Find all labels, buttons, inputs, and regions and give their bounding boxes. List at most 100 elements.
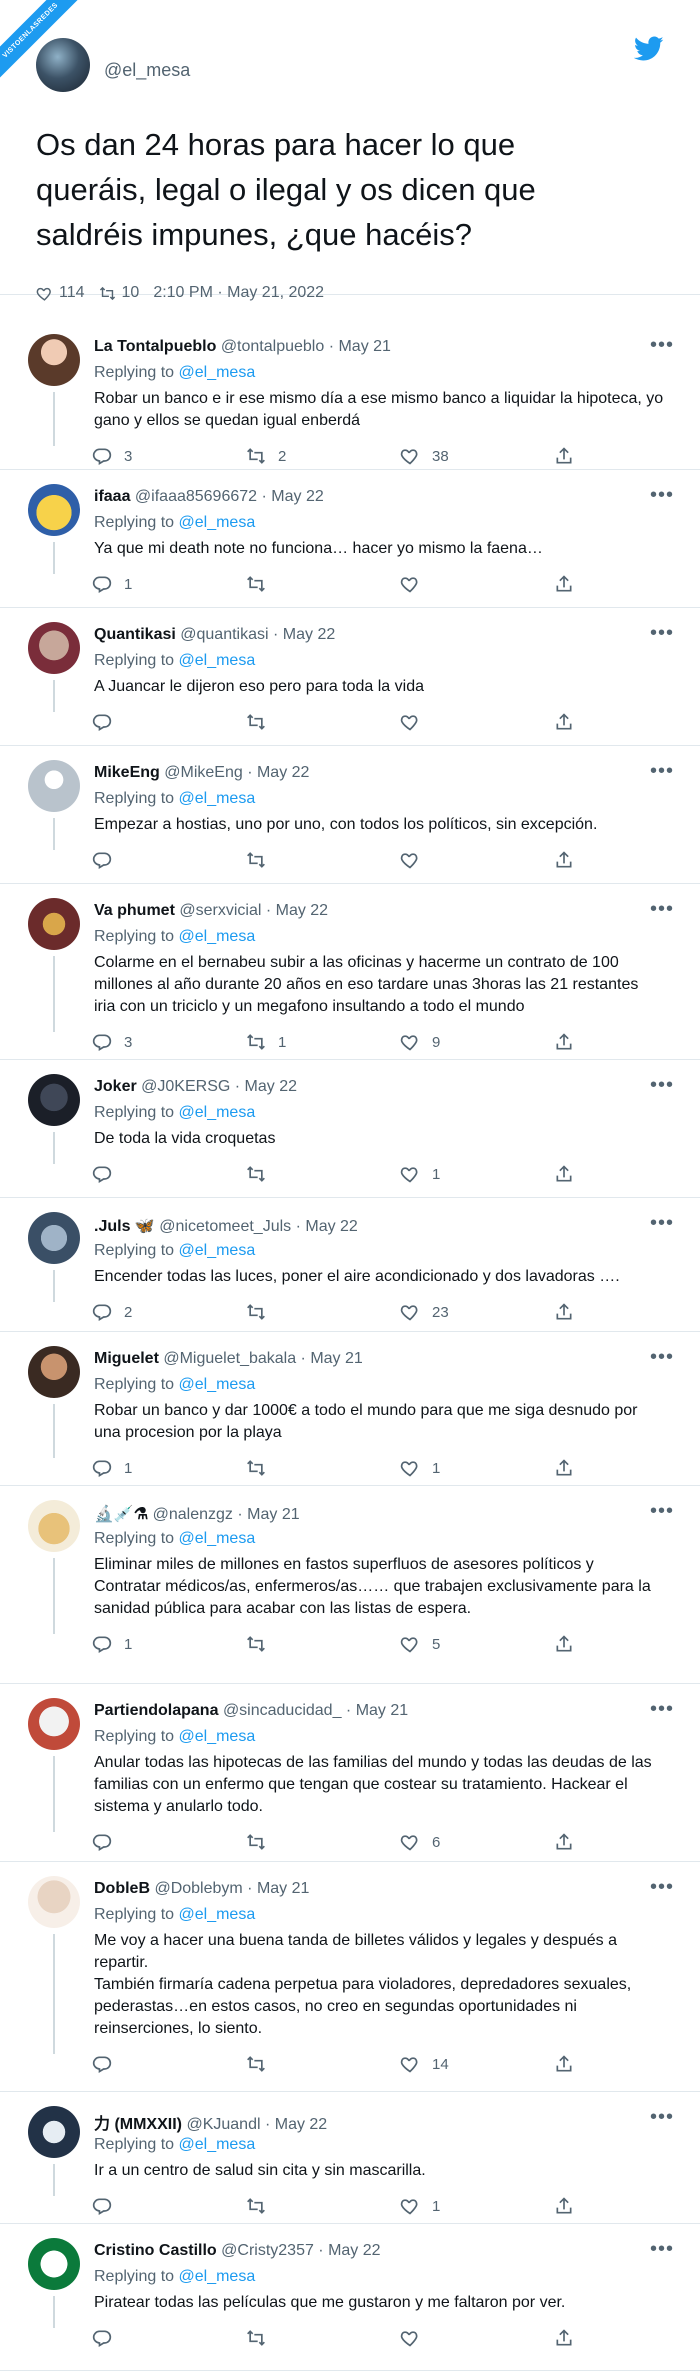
author-name[interactable]: MikeEng bbox=[94, 764, 160, 781]
author-handle[interactable]: @sincaducidad_ bbox=[223, 1702, 342, 1719]
like-count[interactable]: 114 bbox=[36, 284, 85, 302]
author-handle[interactable]: @nalenzgz bbox=[153, 1506, 233, 1523]
replying-handle-link[interactable]: @el_mesa bbox=[179, 790, 256, 807]
avatar[interactable] bbox=[28, 484, 80, 536]
reply-tweet[interactable]: .Juls 🦋 @nicetomeet_Juls · May 22 ••• Repl… bbox=[0, 1198, 700, 1332]
retweet-button[interactable] bbox=[246, 2054, 278, 2074]
retweet-button[interactable]: 2 bbox=[246, 446, 286, 466]
author-handle[interactable]: @J0KERSG bbox=[141, 1078, 230, 1095]
share-button[interactable] bbox=[554, 1832, 586, 1852]
author-name[interactable]: ifaaa bbox=[94, 488, 130, 505]
author-name[interactable]: 🔬💉⚗ bbox=[94, 1506, 148, 1523]
author-handle[interactable]: @el_mesa bbox=[104, 60, 190, 81]
reply-tweet[interactable]: La Tontalpueblo @tontalpueblo · May 21 ••… bbox=[0, 320, 700, 470]
replying-handle-link[interactable]: @el_mesa bbox=[179, 1728, 256, 1745]
share-button[interactable] bbox=[554, 446, 586, 466]
author-handle[interactable]: @nicetomeet_Juls bbox=[159, 1218, 291, 1235]
share-button[interactable] bbox=[554, 2054, 586, 2074]
reply-date[interactable]: May 22 bbox=[276, 902, 328, 919]
author-name[interactable]: Va phumet bbox=[94, 902, 175, 919]
reply-button[interactable]: 1 bbox=[92, 1458, 132, 1478]
reply-date[interactable]: May 22 bbox=[245, 1078, 297, 1095]
more-icon[interactable]: ••• bbox=[650, 622, 674, 645]
more-icon[interactable]: ••• bbox=[650, 1074, 674, 1097]
author-handle[interactable]: @Miguelet_bakala bbox=[163, 1350, 296, 1367]
author-name[interactable]: La Tontalpueblo bbox=[94, 338, 216, 355]
replying-handle-link[interactable]: @el_mesa bbox=[179, 928, 256, 945]
more-icon[interactable]: ••• bbox=[650, 1500, 674, 1523]
author-handle[interactable]: @Cristy2357 bbox=[221, 2242, 314, 2259]
reply-button[interactable]: 3 bbox=[92, 446, 132, 466]
more-icon[interactable]: ••• bbox=[650, 2106, 674, 2129]
avatar[interactable] bbox=[28, 1876, 80, 1928]
replying-handle-link[interactable]: @el_mesa bbox=[179, 514, 256, 531]
reply-tweet[interactable]: 🔬💉⚗ @nalenzgz · May 21 ••• Replying to @el… bbox=[0, 1486, 700, 1684]
reply-date[interactable]: May 22 bbox=[275, 2116, 327, 2133]
reply-button[interactable]: 1 bbox=[92, 1634, 132, 1654]
more-icon[interactable]: ••• bbox=[650, 334, 674, 357]
avatar[interactable] bbox=[28, 2238, 80, 2290]
retweet-button[interactable] bbox=[246, 1302, 278, 1322]
more-icon[interactable]: ••• bbox=[650, 1698, 674, 1721]
share-button[interactable] bbox=[554, 2196, 586, 2216]
replying-handle-link[interactable]: @el_mesa bbox=[179, 1530, 256, 1547]
reply-tweet[interactable]: DobleB @Doblebym · May 21 ••• Replying to … bbox=[0, 1862, 700, 2092]
avatar[interactable] bbox=[28, 334, 80, 386]
like-button[interactable]: 23 bbox=[400, 1302, 449, 1322]
avatar[interactable] bbox=[28, 622, 80, 674]
author-name[interactable]: Miguelet bbox=[94, 1350, 159, 1367]
avatar[interactable] bbox=[28, 760, 80, 812]
retweet-count[interactable]: 10 bbox=[99, 284, 139, 302]
share-button[interactable] bbox=[554, 1032, 586, 1052]
author-avatar[interactable] bbox=[36, 38, 90, 92]
reply-date[interactable]: May 22 bbox=[305, 1218, 357, 1235]
author-name[interactable]: Quantikasi bbox=[94, 626, 176, 643]
like-button[interactable]: 38 bbox=[400, 446, 449, 466]
author-name[interactable]: DobleB bbox=[94, 1880, 150, 1897]
reply-date[interactable]: May 21 bbox=[356, 1702, 408, 1719]
like-button[interactable]: 5 bbox=[400, 1634, 440, 1654]
retweet-button[interactable] bbox=[246, 850, 278, 870]
replying-handle-link[interactable]: @el_mesa bbox=[179, 652, 256, 669]
share-button[interactable] bbox=[554, 1164, 586, 1184]
retweet-button[interactable] bbox=[246, 1164, 278, 1184]
like-button[interactable]: 1 bbox=[400, 2196, 440, 2216]
reply-tweet[interactable]: Joker @J0KERSG · May 22 ••• Replying to @e… bbox=[0, 1060, 700, 1198]
reply-date[interactable]: May 21 bbox=[310, 1350, 362, 1367]
replying-handle-link[interactable]: @el_mesa bbox=[179, 1906, 256, 1923]
reply-button[interactable] bbox=[92, 2196, 124, 2216]
replying-handle-link[interactable]: @el_mesa bbox=[179, 364, 256, 381]
reply-button[interactable] bbox=[92, 2328, 124, 2348]
author-handle[interactable]: @ifaaa85696672 bbox=[135, 488, 257, 505]
reply-tweet[interactable]: 力 (MMXXII) @KJuandl · May 22 ••• Replying … bbox=[0, 2092, 700, 2224]
share-button[interactable] bbox=[554, 712, 586, 732]
author-name[interactable]: 力 (MMXXII) bbox=[94, 2116, 182, 2133]
like-button[interactable] bbox=[400, 2328, 432, 2348]
reply-button[interactable] bbox=[92, 1164, 124, 1184]
share-button[interactable] bbox=[554, 1634, 586, 1654]
more-icon[interactable]: ••• bbox=[650, 484, 674, 507]
like-button[interactable]: 1 bbox=[400, 1458, 440, 1478]
reply-date[interactable]: May 21 bbox=[257, 1880, 309, 1897]
author-handle[interactable]: @quantikasi bbox=[180, 626, 268, 643]
avatar[interactable] bbox=[28, 1346, 80, 1398]
share-button[interactable] bbox=[554, 574, 586, 594]
avatar[interactable] bbox=[28, 1074, 80, 1126]
more-icon[interactable]: ••• bbox=[650, 1346, 674, 1369]
replying-handle-link[interactable]: @el_mesa bbox=[179, 2268, 256, 2285]
reply-tweet[interactable]: ifaaa @ifaaa85696672 · May 22 ••• Replying… bbox=[0, 470, 700, 608]
author-handle[interactable]: @KJuandl bbox=[186, 2116, 260, 2133]
author-handle[interactable]: @Doblebym bbox=[154, 1880, 242, 1897]
reply-button[interactable] bbox=[92, 712, 124, 732]
more-icon[interactable]: ••• bbox=[650, 2238, 674, 2261]
retweet-button[interactable] bbox=[246, 1458, 278, 1478]
more-icon[interactable]: ••• bbox=[650, 1876, 674, 1899]
retweet-button[interactable] bbox=[246, 1634, 278, 1654]
reply-date[interactable]: May 21 bbox=[338, 338, 390, 355]
reply-tweet[interactable]: Quantikasi @quantikasi · May 22 ••• Replyi… bbox=[0, 608, 700, 746]
avatar[interactable] bbox=[28, 1698, 80, 1750]
reply-date[interactable]: May 22 bbox=[257, 764, 309, 781]
share-button[interactable] bbox=[554, 2328, 586, 2348]
reply-button[interactable] bbox=[92, 1832, 124, 1852]
retweet-button[interactable] bbox=[246, 574, 278, 594]
